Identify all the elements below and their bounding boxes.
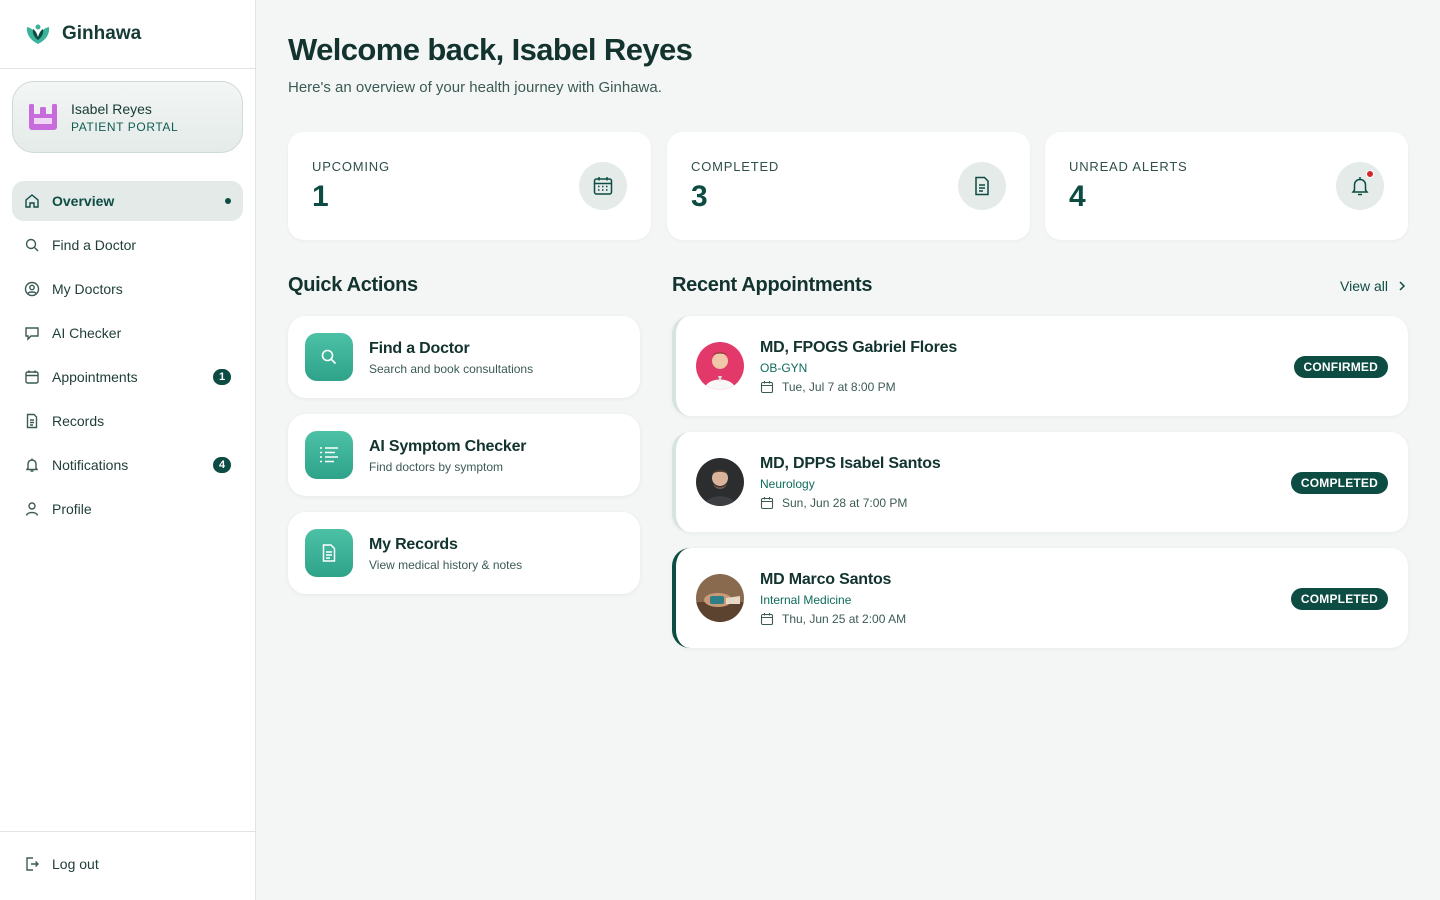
recent-appointments-title: Recent Appointments [672, 274, 873, 296]
doctor-specialty: Internal Medicine [760, 593, 852, 607]
stat-value: 4 [1069, 180, 1086, 213]
sidebar-item-my-doctors[interactable]: My Doctors [12, 269, 243, 309]
appointment-card[interactable]: MD, FPOGS Gabriel Flores OB-GYN Tue, Jul… [672, 316, 1408, 416]
sidebar-footer: Log out [0, 831, 255, 900]
user-card[interactable]: Isabel Reyes PATIENT PORTAL [12, 81, 243, 153]
sidebar-item-label: Overview [52, 193, 115, 209]
document-icon [305, 529, 353, 577]
stat-card-unread-alerts: UNREAD ALERTS 4 [1045, 132, 1408, 240]
search-icon [24, 237, 40, 253]
view-all-label: View all [1340, 278, 1388, 294]
unread-indicator [1366, 170, 1374, 178]
sidebar-item-records[interactable]: Records [12, 401, 243, 441]
bell-icon [1336, 162, 1384, 210]
search-icon [305, 333, 353, 381]
page-subtitle: Here's an overview of your health journe… [288, 79, 662, 96]
brand-name: Ginhawa [62, 23, 142, 44]
quick-action-description: Search and book consultations [369, 362, 534, 376]
sidebar-item-label: Records [52, 413, 105, 429]
doctor-avatar [696, 342, 744, 390]
calendar-icon [760, 613, 774, 626]
sidebar: Ginhawa Isabel Reyes PATIENT PORTAL Over… [0, 0, 256, 900]
appointment-date-text: Thu, Jun 25 at 2:00 AM [782, 612, 907, 626]
document-icon [958, 162, 1006, 210]
appointment-date: Sun, Jun 28 at 7:00 PM [760, 496, 907, 510]
ginhawa-logo-icon [26, 24, 50, 44]
home-icon [24, 193, 40, 209]
status-badge: COMPLETED [1290, 588, 1388, 610]
status-badge: COMPLETED [1290, 472, 1388, 494]
doctor-specialty: Neurology [760, 477, 815, 491]
sidebar-item-profile[interactable]: Profile [12, 489, 243, 529]
avatar [29, 104, 57, 130]
sidebar-item-label: Notifications [52, 457, 129, 473]
stat-value: 3 [691, 180, 708, 213]
sidebar-item-label: Profile [52, 501, 92, 517]
sidebar-item-label: My Doctors [52, 281, 123, 297]
stat-label: UNREAD ALERTS [1069, 159, 1188, 174]
sidebar-item-label: Appointments [52, 369, 138, 385]
sidebar-item-label: AI Checker [52, 325, 122, 341]
stat-value: 1 [312, 180, 329, 213]
sidebar-item-appointments[interactable]: Appointments 1 [12, 357, 243, 397]
doctor-avatar [696, 574, 744, 622]
appointment-card[interactable]: MD Marco Santos Internal Medicine Thu, J… [672, 548, 1408, 648]
notifications-count-badge: 4 [213, 457, 231, 473]
appointments-count-badge: 1 [213, 369, 231, 385]
sidebar-nav: Overview Find a Doctor My Doctors AI Che… [12, 181, 243, 533]
user-icon [24, 501, 40, 517]
quick-action-title: AI Symptom Checker [369, 438, 527, 455]
active-indicator [225, 198, 231, 204]
doctor-name: MD Marco Santos [760, 571, 892, 588]
quick-actions-title: Quick Actions [288, 274, 418, 296]
logout-button[interactable]: Log out [24, 856, 99, 872]
quick-action-title: Find a Doctor [369, 340, 470, 357]
chevron-right-icon [1399, 281, 1406, 291]
appointment-date: Tue, Jul 7 at 8:00 PM [760, 380, 896, 394]
calendar-icon [760, 381, 774, 394]
doctor-specialty: OB-GYN [760, 361, 808, 375]
logout-icon [24, 856, 40, 872]
doctor-avatar [696, 458, 744, 506]
user-name: Isabel Reyes [71, 100, 152, 117]
chat-icon [24, 325, 40, 341]
appointment-card[interactable]: MD, DPPS Isabel Santos Neurology Sun, Ju… [672, 432, 1408, 532]
sidebar-item-find-a-doctor[interactable]: Find a Doctor [12, 225, 243, 265]
appointment-date-text: Sun, Jun 28 at 7:00 PM [782, 496, 908, 510]
stat-label: UPCOMING [312, 159, 390, 174]
view-all-link[interactable]: View all [1340, 278, 1408, 294]
calendar-icon [760, 497, 774, 510]
calendar-icon [24, 369, 40, 385]
appointment-date: Thu, Jun 25 at 2:00 AM [760, 612, 906, 626]
quick-action-find-a-doctor[interactable]: Find a Doctor Search and book consultati… [288, 316, 640, 398]
page-title: Welcome back, Isabel Reyes [288, 32, 693, 67]
brand[interactable]: Ginhawa [0, 0, 255, 69]
user-role: PATIENT PORTAL [71, 119, 179, 134]
list-icon [305, 431, 353, 479]
sidebar-item-ai-checker[interactable]: AI Checker [12, 313, 243, 353]
logout-label: Log out [52, 856, 99, 872]
appointment-date-text: Tue, Jul 7 at 8:00 PM [782, 380, 896, 394]
doctor-name: MD, FPOGS Gabriel Flores [760, 339, 958, 356]
calendar-icon [579, 162, 627, 210]
stat-label: COMPLETED [691, 159, 780, 174]
doctor-name: MD, DPPS Isabel Santos [760, 455, 941, 472]
user-circle-icon [24, 281, 40, 297]
quick-action-title: My Records [369, 536, 458, 553]
status-badge: CONFIRMED [1293, 356, 1388, 378]
document-icon [24, 413, 40, 429]
quick-action-description: Find doctors by symptom [369, 460, 504, 474]
sidebar-item-label: Find a Doctor [52, 237, 137, 253]
sidebar-item-notifications[interactable]: Notifications 4 [12, 445, 243, 485]
bell-icon [24, 457, 40, 473]
stat-card-completed: COMPLETED 3 [667, 132, 1030, 240]
stat-card-upcoming: UPCOMING 1 [288, 132, 651, 240]
sidebar-item-overview[interactable]: Overview [12, 181, 243, 221]
quick-action-ai-symptom-checker[interactable]: AI Symptom Checker Find doctors by sympt… [288, 414, 640, 496]
quick-action-my-records[interactable]: My Records View medical history & notes [288, 512, 640, 594]
quick-action-description: View medical history & notes [369, 558, 523, 572]
